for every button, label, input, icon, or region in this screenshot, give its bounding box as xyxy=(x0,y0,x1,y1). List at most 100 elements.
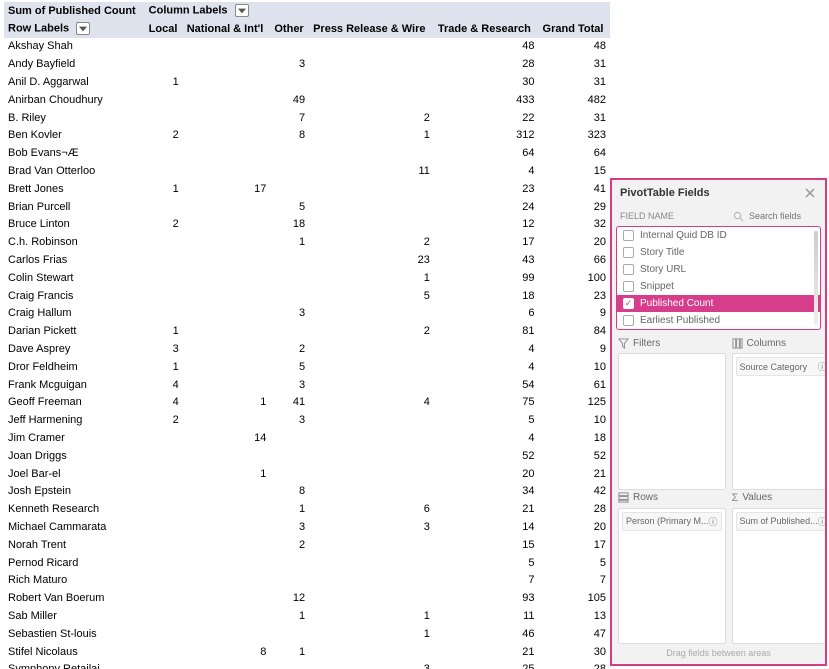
row-label-cell[interactable]: Carlos Frias xyxy=(4,251,145,269)
checkbox[interactable] xyxy=(623,298,634,309)
data-cell[interactable] xyxy=(183,518,271,536)
row-label-cell[interactable]: Colin Stewart xyxy=(4,269,145,287)
data-cell[interactable] xyxy=(145,91,183,109)
data-cell[interactable] xyxy=(270,572,309,590)
data-cell[interactable] xyxy=(145,38,183,56)
data-cell[interactable]: 3 xyxy=(145,340,183,358)
data-cell[interactable]: 15 xyxy=(434,536,539,554)
data-cell[interactable] xyxy=(309,198,434,216)
data-cell[interactable] xyxy=(309,305,434,323)
data-cell[interactable] xyxy=(145,572,183,590)
data-cell[interactable]: 11 xyxy=(309,162,434,180)
data-cell[interactable]: 21 xyxy=(434,643,539,661)
checkbox[interactable] xyxy=(623,230,634,241)
data-cell[interactable]: 4 xyxy=(309,394,434,412)
data-cell[interactable]: 2 xyxy=(270,536,309,554)
data-cell[interactable] xyxy=(183,500,271,518)
data-cell[interactable]: 8 xyxy=(270,127,309,145)
data-cell[interactable] xyxy=(183,287,271,305)
data-cell[interactable] xyxy=(145,429,183,447)
data-cell[interactable] xyxy=(145,233,183,251)
row-label-cell[interactable]: Geoff Freeman xyxy=(4,394,145,412)
data-cell[interactable]: 1 xyxy=(309,127,434,145)
row-label-cell[interactable]: Michael Cammarata xyxy=(4,518,145,536)
data-cell[interactable] xyxy=(183,572,271,590)
data-cell[interactable]: 28 xyxy=(434,55,539,73)
data-cell[interactable]: 17 xyxy=(183,180,271,198)
column-header[interactable]: Press Release & Wire xyxy=(309,20,434,38)
data-cell[interactable]: 64 xyxy=(434,144,539,162)
row-label-cell[interactable]: Stifel Nicolaus xyxy=(4,643,145,661)
data-cell[interactable] xyxy=(270,625,309,643)
data-cell[interactable]: 41 xyxy=(270,394,309,412)
data-cell[interactable]: 20 xyxy=(539,518,610,536)
data-cell[interactable] xyxy=(309,376,434,394)
data-cell[interactable] xyxy=(309,73,434,91)
data-cell[interactable]: 6 xyxy=(434,305,539,323)
data-cell[interactable] xyxy=(145,483,183,501)
data-cell[interactable]: 1 xyxy=(183,394,271,412)
data-cell[interactable] xyxy=(145,625,183,643)
data-cell[interactable]: 93 xyxy=(434,589,539,607)
data-cell[interactable]: 2 xyxy=(145,216,183,234)
column-labels-header[interactable]: Column Labels xyxy=(145,2,610,20)
data-cell[interactable]: 3 xyxy=(270,55,309,73)
data-cell[interactable] xyxy=(270,162,309,180)
data-cell[interactable]: 52 xyxy=(539,447,610,465)
data-cell[interactable]: 14 xyxy=(434,518,539,536)
data-cell[interactable]: 48 xyxy=(539,38,610,56)
data-cell[interactable] xyxy=(270,322,309,340)
data-cell[interactable] xyxy=(145,643,183,661)
columns-pill[interactable]: Source Categoryⓘ xyxy=(736,357,825,376)
data-cell[interactable] xyxy=(183,660,271,669)
data-cell[interactable]: 20 xyxy=(434,465,539,483)
data-cell[interactable]: 11 xyxy=(434,607,539,625)
data-cell[interactable]: 41 xyxy=(539,180,610,198)
data-cell[interactable] xyxy=(183,625,271,643)
data-cell[interactable]: 47 xyxy=(539,625,610,643)
data-cell[interactable]: 23 xyxy=(539,287,610,305)
data-cell[interactable]: 34 xyxy=(434,483,539,501)
data-cell[interactable]: 22 xyxy=(434,109,539,127)
data-cell[interactable]: 54 xyxy=(434,376,539,394)
data-cell[interactable]: 5 xyxy=(309,287,434,305)
row-label-cell[interactable]: Akshay Shah xyxy=(4,38,145,56)
row-label-cell[interactable]: B. Riley xyxy=(4,109,145,127)
data-cell[interactable]: 75 xyxy=(434,394,539,412)
data-cell[interactable]: 7 xyxy=(434,572,539,590)
data-cell[interactable]: 84 xyxy=(539,322,610,340)
row-label-cell[interactable]: Craig Francis xyxy=(4,287,145,305)
data-cell[interactable]: 8 xyxy=(270,483,309,501)
column-header[interactable]: Trade & Research xyxy=(434,20,539,38)
data-cell[interactable]: 5 xyxy=(434,554,539,572)
data-cell[interactable] xyxy=(309,55,434,73)
checkbox[interactable] xyxy=(623,247,634,258)
data-cell[interactable]: 52 xyxy=(434,447,539,465)
data-cell[interactable]: 5 xyxy=(270,358,309,376)
data-cell[interactable]: 29 xyxy=(539,198,610,216)
data-cell[interactable]: 9 xyxy=(539,305,610,323)
row-label-cell[interactable]: Frank Mcguigan xyxy=(4,376,145,394)
data-cell[interactable] xyxy=(183,91,271,109)
data-cell[interactable]: 2 xyxy=(309,322,434,340)
data-cell[interactable] xyxy=(183,251,271,269)
data-cell[interactable]: 5 xyxy=(539,554,610,572)
data-cell[interactable]: 24 xyxy=(434,198,539,216)
data-cell[interactable] xyxy=(183,38,271,56)
info-icon[interactable]: ⓘ xyxy=(818,515,825,528)
data-cell[interactable]: 23 xyxy=(309,251,434,269)
data-cell[interactable]: 4 xyxy=(434,429,539,447)
data-cell[interactable]: 42 xyxy=(539,483,610,501)
data-cell[interactable]: 1 xyxy=(309,625,434,643)
data-cell[interactable]: 3 xyxy=(270,518,309,536)
data-cell[interactable]: 31 xyxy=(539,55,610,73)
data-cell[interactable] xyxy=(270,465,309,483)
data-cell[interactable]: 3 xyxy=(309,660,434,669)
data-cell[interactable] xyxy=(183,358,271,376)
data-cell[interactable]: 21 xyxy=(434,500,539,518)
data-cell[interactable] xyxy=(183,589,271,607)
data-cell[interactable] xyxy=(145,198,183,216)
rows-area[interactable]: Person (Primary M...ⓘ xyxy=(618,508,726,645)
data-cell[interactable] xyxy=(309,429,434,447)
field-item[interactable]: Story Title xyxy=(617,244,820,261)
